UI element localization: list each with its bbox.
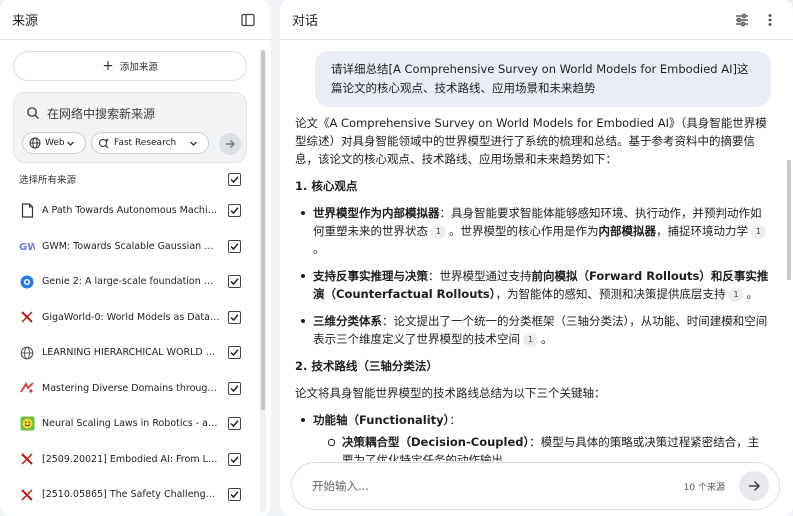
source-checkbox[interactable] (228, 381, 241, 395)
source-item[interactable]: Genie 2: A large-scale foundation world … (0, 264, 260, 300)
source-title: A Path Towards Autonomous Machine Intell… (42, 205, 220, 217)
source-title: LEARNING HIERARCHICAL WORLD MODELS (42, 347, 220, 359)
gwm-logo-icon: GW (19, 238, 35, 254)
chat-input-box[interactable]: 开始输入... 10 个来源 (291, 462, 780, 510)
source-checkbox[interactable] (228, 310, 241, 324)
more-vert-icon[interactable] (759, 9, 781, 31)
source-checkbox[interactable] (228, 204, 241, 218)
user-message: 请详细总结[A Comprehensive Survey on World Mo… (315, 51, 771, 107)
arrow-right-icon (226, 140, 235, 148)
conversation-area: 请详细总结[A Comprehensive Survey on World Mo… (280, 41, 793, 461)
research-mode-dropdown[interactable]: Fast Research (91, 132, 209, 154)
web-search-box: 在网络中搜索新来源 Web Fast Research (13, 92, 247, 163)
chat-title: 对话 (292, 14, 319, 29)
source-checkbox[interactable] (228, 452, 241, 466)
source-title: [2510.05865] The Safety Challenge of Wor… (42, 489, 220, 501)
select-all-label: 选择所有来源 (19, 175, 77, 186)
web-chip-label: Web (45, 138, 65, 148)
source-checkbox[interactable] (228, 346, 241, 360)
citation-chip[interactable]: 1 (751, 225, 766, 239)
sources-header: 来源 (0, 0, 271, 40)
submit-search-button[interactable] (219, 133, 241, 155)
source-checkbox[interactable] (228, 417, 241, 431)
arrow-right-icon (749, 480, 761, 492)
select-all-row[interactable]: 选择所有来源 (19, 170, 241, 188)
sources-panel: 来源 + 添加来源 在网络中搜索新来源 Web Fast Research 选择… (0, 0, 271, 516)
arxiv-icon (19, 309, 35, 325)
source-title: GWM: Towards Scalable Gaussian World Mod… (42, 240, 220, 252)
bullet-item: 功能轴（Functionality）： (295, 411, 770, 429)
source-title: Mastering Diverse Domains through World … (42, 382, 220, 394)
sources-scrollbar[interactable] (260, 50, 266, 512)
bullet-item: 世界模型作为内部模拟器：具身智能要求智能体能够感知环境、执行动作，并预判动作如何… (295, 204, 770, 258)
bullet-item: 支持反事实推理与决策：世界模型通过支持前向模拟（Forward Rollouts… (295, 267, 770, 303)
citation-chip[interactable]: 1 (431, 225, 446, 239)
source-list: A Path Towards Autonomous Machine Intell… (0, 193, 260, 513)
globe-icon (29, 137, 41, 149)
tune-icon[interactable] (731, 9, 753, 31)
select-all-checkbox[interactable] (228, 172, 241, 186)
web-source-dropdown[interactable]: Web (22, 132, 86, 154)
search-icon (22, 102, 44, 124)
plus-icon: + (102, 58, 114, 74)
document-icon (19, 203, 35, 219)
bullet-item: 三维分类体系：论文提出了一个统一的分类框架（三轴分类法），从功能、时间建模和空间… (295, 312, 770, 348)
add-source-button[interactable]: + 添加来源 (13, 51, 247, 81)
source-item[interactable]: GigaWorld-0: World Models as Data Engine (0, 300, 260, 336)
send-button[interactable] (739, 471, 769, 501)
assistant-answer: 论文《A Comprehensive Survey on World Model… (295, 114, 770, 461)
source-title: Genie 2: A large-scale foundation world … (42, 276, 220, 288)
source-item[interactable]: Mastering Diverse Domains through World … (0, 371, 260, 407)
source-checkbox[interactable] (228, 239, 241, 253)
source-count: 10 个来源 (683, 482, 725, 493)
source-checkbox[interactable] (228, 275, 241, 289)
smiley-icon (19, 416, 35, 432)
sub-bullet-item: 决策耦合型（Decision-Coupled）：模型与具体的策略或决策过程紧密结… (295, 433, 770, 461)
source-title: Neural Scaling Laws in Robotics - arXiv (42, 418, 220, 430)
source-item[interactable]: [2509.20021] Embodied AI: From LLMs to W… (0, 442, 260, 478)
research-chip-label: Fast Research (114, 138, 177, 148)
section-heading: 1. 核心观点 (295, 179, 358, 193)
chevron-down-icon (67, 141, 74, 146)
answer-intro: 论文《A Comprehensive Survey on World Model… (295, 116, 767, 166)
chat-panel: 对话 请详细总结[A Comprehensive Survey on World… (280, 0, 793, 516)
source-item[interactable]: LEARNING HIERARCHICAL WORLD MODELS (0, 335, 260, 371)
section-heading: 2. 技术路线（三轴分类法） (295, 359, 438, 373)
citation-chip[interactable]: 1 (728, 288, 744, 302)
source-item[interactable]: A Path Towards Autonomous Machine Intell… (0, 193, 260, 229)
source-checkbox[interactable] (228, 488, 241, 502)
research-icon (99, 138, 109, 149)
add-source-label: 添加来源 (119, 62, 158, 73)
answer-paragraph: 论文将具身智能世界模型的技术路线总结为以下三个关键轴： (295, 386, 606, 400)
web-icon (19, 345, 35, 361)
arxiv-icon (19, 487, 35, 503)
source-item[interactable]: GW GWM: Towards Scalable Gaussian World M… (0, 229, 260, 265)
arxiv-icon (19, 451, 35, 467)
chat-scrollbar[interactable] (787, 45, 791, 460)
red-logo-icon (19, 380, 35, 396)
globe-blue-icon (19, 274, 35, 290)
source-item[interactable]: [2510.05865] The Safety Challenge of Wor… (0, 477, 260, 513)
source-title: [2509.20021] Embodied AI: From LLMs to W… (42, 453, 220, 465)
collapse-panel-icon[interactable] (237, 9, 259, 31)
sources-title: 来源 (12, 14, 39, 29)
source-item[interactable]: Neural Scaling Laws in Robotics - arXiv (0, 406, 260, 442)
chat-header: 对话 (280, 0, 793, 40)
search-input[interactable]: 在网络中搜索新来源 (47, 105, 155, 122)
chat-input[interactable]: 开始输入... (312, 478, 684, 494)
source-title: GigaWorld-0: World Models as Data Engine (42, 311, 220, 323)
svg-text:GW: GW (19, 242, 35, 252)
citation-chip[interactable]: 1 (523, 333, 538, 347)
chevron-down-icon (190, 141, 197, 146)
